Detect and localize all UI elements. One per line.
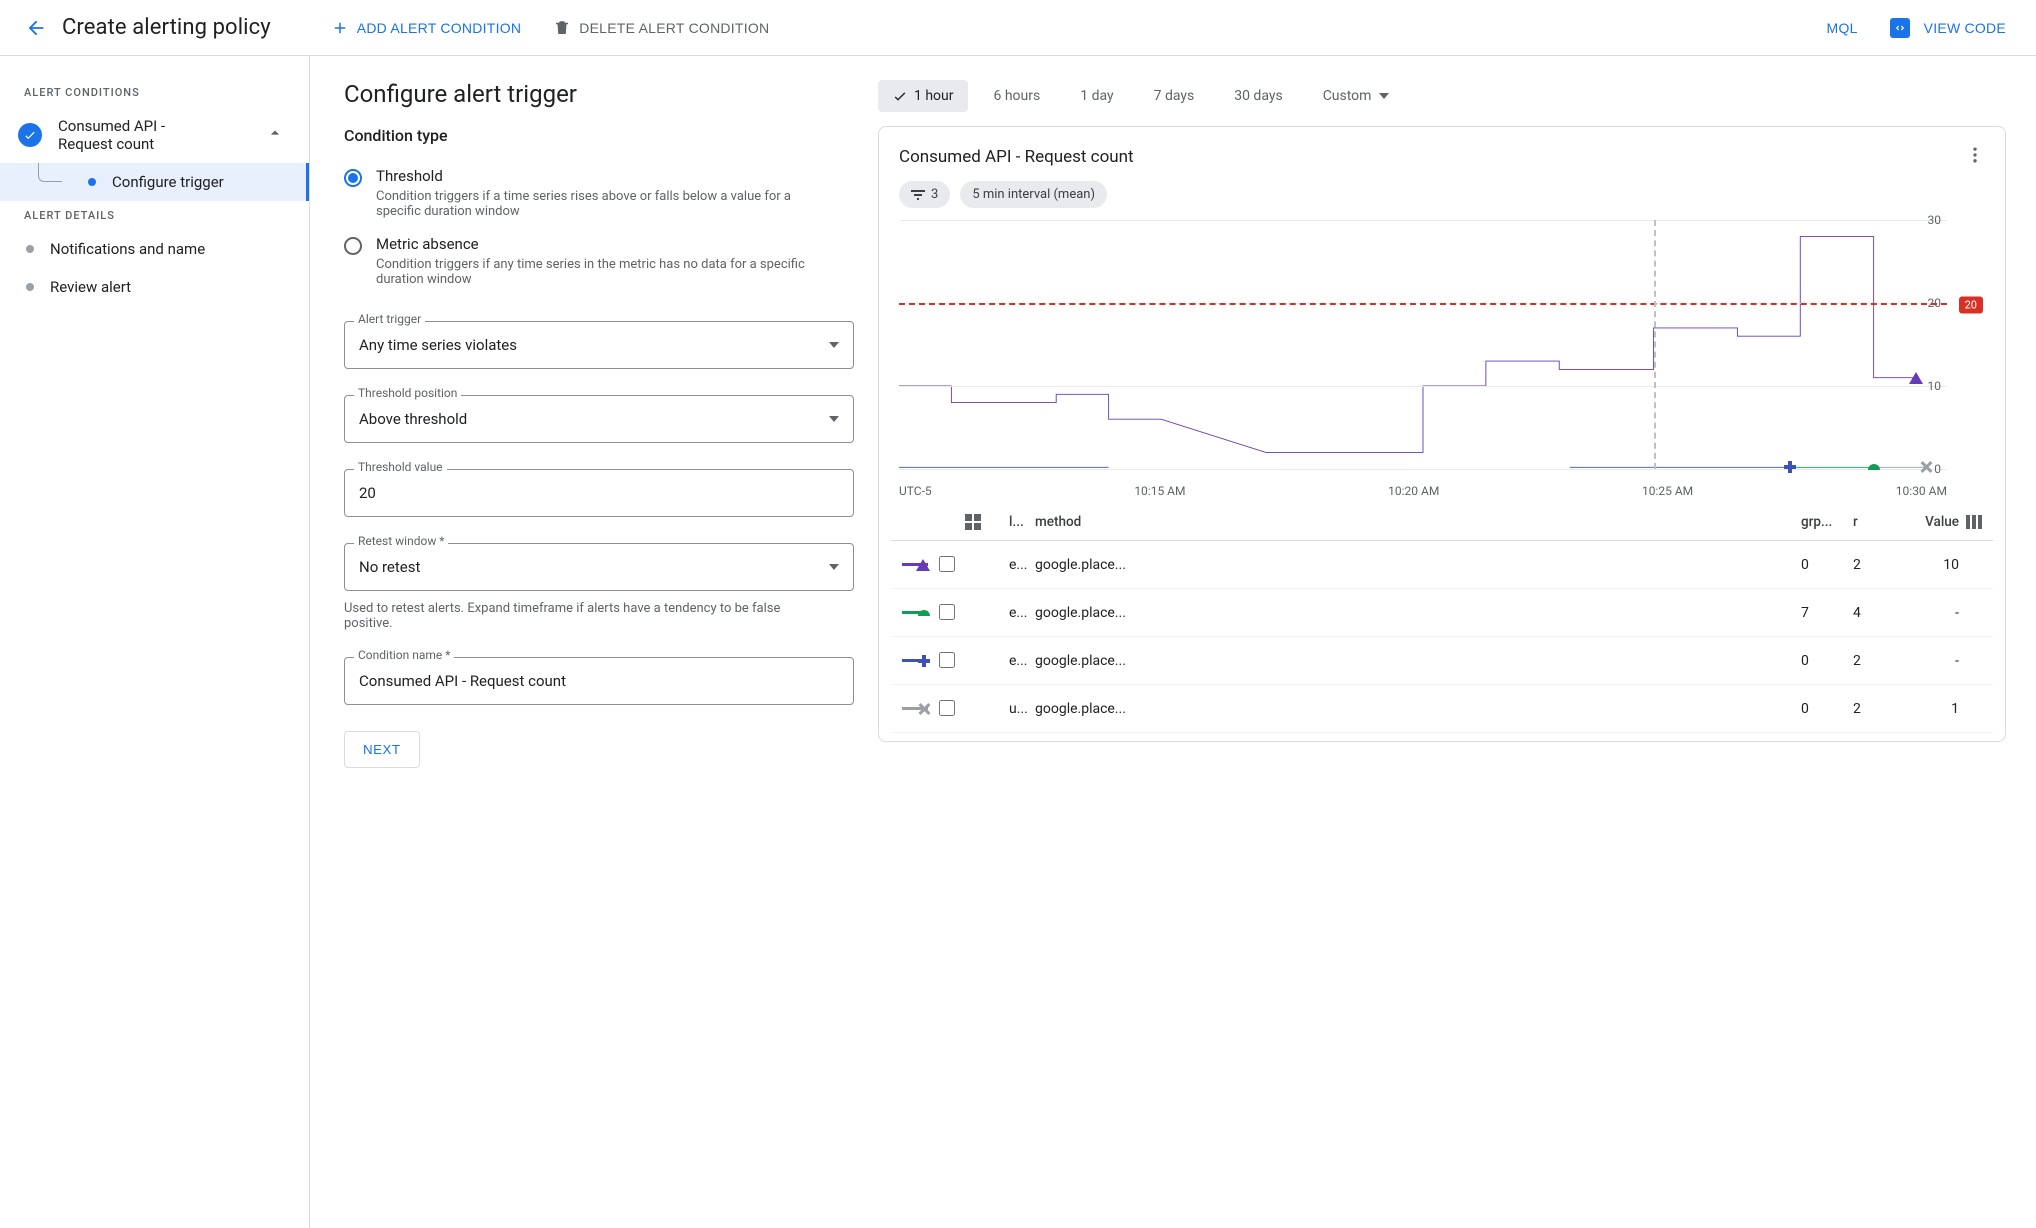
trash-icon bbox=[553, 19, 571, 37]
chevron-down-icon bbox=[1379, 93, 1389, 99]
filter-icon bbox=[911, 190, 925, 200]
legend-checkbox[interactable] bbox=[939, 652, 955, 668]
legend-row[interactable]: e...google.place...0210 bbox=[891, 541, 1993, 589]
time-range-7-days[interactable]: 7 days bbox=[1140, 80, 1209, 112]
sidebar: ALERT CONDITIONS Consumed API - Request … bbox=[0, 56, 310, 1228]
radio-metric-absence[interactable]: Metric absence Condition triggers if any… bbox=[344, 227, 854, 295]
sidebar-item-configure-trigger[interactable]: Configure trigger bbox=[0, 163, 309, 201]
alert-trigger-select[interactable]: Alert trigger Any time series violates bbox=[344, 321, 854, 369]
back-button[interactable] bbox=[18, 10, 54, 46]
retest-window-select[interactable]: Retest window * No retest Used to retest… bbox=[344, 543, 854, 631]
legend-checkbox[interactable] bbox=[939, 604, 955, 620]
legend-row[interactable]: u...google.place...021 bbox=[891, 685, 1993, 733]
form-title: Configure alert trigger bbox=[344, 80, 854, 108]
view-code-button[interactable]: VIEW CODE bbox=[1878, 10, 2018, 46]
sidebar-item-condition[interactable]: Consumed API - Request count bbox=[0, 107, 309, 163]
more-vert-icon bbox=[1965, 145, 1985, 165]
next-button[interactable]: NEXT bbox=[344, 731, 420, 768]
legend-checkbox[interactable] bbox=[939, 556, 955, 572]
chart: 010203020 UTC-510:15 AM10:20 AM10:25 AM1… bbox=[891, 220, 1993, 498]
radio-icon bbox=[344, 169, 362, 187]
columns-button[interactable] bbox=[1959, 515, 1989, 529]
check-circle-icon bbox=[18, 123, 42, 147]
condition-type-heading: Condition type bbox=[344, 126, 854, 145]
check-icon bbox=[892, 88, 908, 104]
radio-threshold[interactable]: Threshold Condition triggers if a time s… bbox=[344, 159, 854, 227]
bullet-icon bbox=[88, 178, 96, 186]
chevron-down-icon bbox=[829, 564, 839, 570]
bullet-icon bbox=[26, 283, 34, 291]
radio-icon bbox=[344, 237, 362, 255]
mql-button[interactable]: MQL bbox=[1815, 12, 1870, 44]
delete-alert-condition-button[interactable]: DELETE ALERT CONDITION bbox=[541, 11, 781, 45]
chevron-down-icon bbox=[829, 342, 839, 348]
columns-icon bbox=[1966, 515, 1982, 529]
sidebar-header-details: ALERT DETAILS bbox=[0, 201, 309, 230]
panel-title: Consumed API - Request count bbox=[899, 147, 1965, 167]
threshold-value-input[interactable]: Threshold value 20 bbox=[344, 469, 854, 517]
interval-chip[interactable]: 5 min interval (mean) bbox=[960, 181, 1107, 208]
legend-header: l... method grp... r Value bbox=[891, 504, 1993, 541]
threshold-line: 20 bbox=[899, 303, 1947, 305]
condition-name-input[interactable]: Condition name * Consumed API - Request … bbox=[344, 657, 854, 705]
sidebar-item-review[interactable]: Review alert bbox=[0, 268, 309, 306]
sidebar-header-conditions: ALERT CONDITIONS bbox=[0, 78, 309, 107]
time-range-6-hours[interactable]: 6 hours bbox=[980, 80, 1055, 112]
time-range-1-hour[interactable]: 1 hour bbox=[878, 80, 968, 112]
plus-icon bbox=[331, 19, 349, 37]
preview-panel: Consumed API - Request count 3 5 min int… bbox=[878, 126, 2006, 742]
sidebar-item-notifications[interactable]: Notifications and name bbox=[0, 230, 309, 268]
filter-count-chip[interactable]: 3 bbox=[899, 181, 950, 208]
chevron-down-icon bbox=[829, 416, 839, 422]
legend-row[interactable]: e...google.place...02- bbox=[891, 637, 1993, 685]
code-icon bbox=[1890, 18, 1910, 38]
time-range-30-days[interactable]: 30 days bbox=[1220, 80, 1296, 112]
time-range-custom[interactable]: Custom bbox=[1309, 80, 1404, 112]
legend-checkbox[interactable] bbox=[939, 700, 955, 716]
add-alert-condition-button[interactable]: ADD ALERT CONDITION bbox=[319, 11, 534, 45]
threshold-badge: 20 bbox=[1959, 297, 1983, 314]
hover-line bbox=[1654, 220, 1656, 469]
threshold-position-select[interactable]: Threshold position Above threshold bbox=[344, 395, 854, 443]
time-range-row: 1 hour 6 hours 1 day 7 days 30 days Custom bbox=[878, 80, 2006, 112]
bullet-icon bbox=[26, 245, 34, 253]
arrow-back-icon bbox=[25, 17, 47, 39]
page-title: Create alerting policy bbox=[62, 15, 271, 40]
grid-icon bbox=[965, 514, 1009, 530]
legend-table: l... method grp... r Value e...google.pl… bbox=[891, 504, 1993, 733]
overflow-menu-button[interactable] bbox=[1965, 145, 1985, 169]
legend-row[interactable]: e...google.place...74- bbox=[891, 589, 1993, 637]
chevron-up-icon[interactable] bbox=[265, 123, 285, 147]
time-range-1-day[interactable]: 1 day bbox=[1066, 80, 1127, 112]
